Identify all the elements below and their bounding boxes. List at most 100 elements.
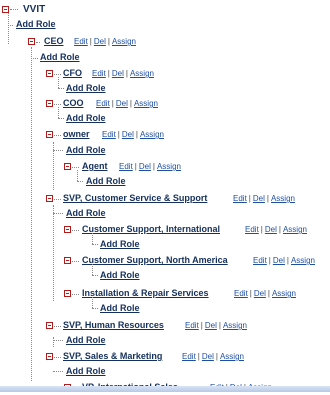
tree-connector — [58, 88, 64, 89]
tree-node-cfo: CFO Edit | Del | Assign — [0, 66, 330, 81]
edit-link[interactable]: Edit — [253, 256, 267, 265]
edit-link[interactable]: Edit — [96, 99, 110, 108]
tree-connector — [54, 104, 61, 105]
edit-link[interactable]: Edit — [245, 225, 259, 234]
action-separator: | — [134, 162, 137, 171]
tree-connector — [54, 74, 61, 75]
role-actions: Edit|Del|Assign — [233, 191, 295, 206]
collapse-toggle-icon[interactable] — [2, 6, 9, 13]
assign-link[interactable]: Assign — [112, 37, 136, 46]
action-separator: | — [218, 321, 221, 330]
add-role-link[interactable]: Add Role — [40, 50, 80, 65]
role-name-cs-north-america[interactable]: Customer Support, North America — [82, 253, 228, 268]
edit-link[interactable]: Edit — [185, 321, 199, 330]
add-role-row: Add Role — [0, 143, 300, 158]
action-separator: | — [125, 69, 128, 78]
role-name-agent[interactable]: Agent — [82, 159, 108, 174]
edit-link[interactable]: Edit — [182, 352, 196, 361]
collapse-toggle-icon[interactable] — [64, 257, 71, 264]
tree-node-vvit: VVIT — [0, 2, 300, 17]
edit-link[interactable]: Edit — [92, 69, 106, 78]
add-role-link[interactable]: Add Role — [100, 237, 140, 252]
role-name-ceo[interactable]: CEO — [44, 34, 64, 49]
add-role-link[interactable]: Add Role — [86, 174, 126, 189]
assign-link[interactable]: Assign — [220, 352, 244, 361]
role-name-cs-international[interactable]: Customer Support, International — [82, 222, 220, 237]
tree-connector — [92, 264, 93, 275]
del-link[interactable]: Del — [253, 194, 265, 203]
role-actions: Edit|Del|Assign — [96, 96, 158, 111]
role-name-installation-repair[interactable]: Installation & Repair Services — [82, 286, 209, 301]
edit-link[interactable]: Edit — [233, 194, 247, 203]
add-role-row: Add Role — [0, 107, 300, 126]
add-role-link[interactable]: Add Role — [100, 268, 140, 283]
del-link[interactable]: Del — [139, 162, 151, 171]
action-separator: | — [107, 69, 110, 78]
tree-connector — [36, 42, 40, 43]
role-actions: Edit|Del|Assign — [253, 253, 315, 268]
assign-link[interactable]: Assign — [140, 130, 164, 139]
collapse-toggle-icon[interactable] — [46, 70, 53, 77]
role-actions: Edit|Del|Assign — [182, 349, 244, 364]
assign-link[interactable]: Assign — [272, 289, 296, 298]
del-link[interactable]: Del — [265, 225, 277, 234]
add-role-link[interactable]: Add Role — [66, 111, 106, 126]
del-link[interactable]: Del — [273, 256, 285, 265]
assign-link[interactable]: Assign — [157, 162, 181, 171]
edit-link[interactable]: Edit — [74, 37, 88, 46]
role-name-owner[interactable]: owner — [63, 127, 90, 142]
edit-link[interactable]: Edit — [234, 289, 248, 298]
collapse-toggle-icon[interactable] — [64, 163, 71, 170]
assign-link[interactable]: Assign — [283, 225, 307, 234]
collapse-toggle-icon[interactable] — [46, 353, 53, 360]
del-link[interactable]: Del — [116, 99, 128, 108]
role-name-cfo[interactable]: CFO — [63, 66, 82, 81]
tree-node-agent: Agent Edit | Del | Assign — [0, 159, 330, 174]
tree-connector — [72, 294, 79, 295]
role-actions: Edit|Del|Assign — [102, 127, 164, 142]
tree-connector — [77, 181, 83, 182]
assign-link[interactable]: Assign — [291, 256, 315, 265]
tree-connector — [10, 9, 18, 10]
collapse-toggle-icon[interactable] — [46, 131, 53, 138]
tree-node-svp-sales-marketing: SVP, Sales & Marketing Edit | Del | Assign — [0, 349, 330, 364]
add-role-link[interactable]: Add Role — [66, 81, 106, 96]
del-link[interactable]: Del — [94, 37, 106, 46]
role-name-svp-sales-marketing[interactable]: SVP, Sales & Marketing — [63, 349, 162, 364]
role-name-svp-customer-service[interactable]: SVP, Customer Service & Support — [63, 191, 207, 206]
add-role-link[interactable]: Add Role — [16, 17, 56, 32]
collapse-toggle-icon[interactable] — [46, 100, 53, 107]
del-link[interactable]: Del — [122, 130, 134, 139]
tree-connector — [92, 244, 98, 245]
add-role-link[interactable]: Add Role — [66, 364, 106, 379]
add-role-link[interactable]: Add Role — [66, 206, 106, 221]
del-link[interactable]: Del — [254, 289, 266, 298]
edit-link[interactable]: Edit — [119, 162, 133, 171]
assign-link[interactable]: Assign — [134, 99, 158, 108]
assign-link[interactable]: Assign — [130, 69, 154, 78]
role-name-coo[interactable]: COO — [63, 96, 84, 111]
tree-connector — [72, 261, 79, 262]
add-role-link[interactable]: Add Role — [66, 143, 106, 158]
collapse-toggle-icon[interactable] — [28, 38, 35, 45]
collapse-toggle-icon[interactable] — [64, 226, 71, 233]
del-link[interactable]: Del — [112, 69, 124, 78]
tree-connector — [92, 233, 93, 244]
tree-connector — [54, 357, 61, 358]
tree-connector — [92, 308, 98, 309]
del-link[interactable]: Del — [202, 352, 214, 361]
action-separator: | — [260, 225, 263, 234]
del-link[interactable]: Del — [205, 321, 217, 330]
collapse-toggle-icon[interactable] — [46, 322, 53, 329]
collapse-toggle-icon[interactable] — [46, 195, 53, 202]
assign-link[interactable]: Assign — [223, 321, 247, 330]
edit-link[interactable]: Edit — [102, 130, 116, 139]
action-separator: | — [200, 321, 203, 330]
assign-link[interactable]: Assign — [271, 194, 295, 203]
collapse-toggle-icon[interactable] — [64, 290, 71, 297]
add-role-link[interactable]: Add Role — [100, 301, 140, 316]
add-role-link[interactable]: Add Role — [66, 333, 106, 348]
role-name-svp-human-resources[interactable]: SVP, Human Resources — [63, 318, 164, 333]
add-role-row: Add Role — [0, 364, 300, 379]
tree-connector — [54, 135, 61, 136]
